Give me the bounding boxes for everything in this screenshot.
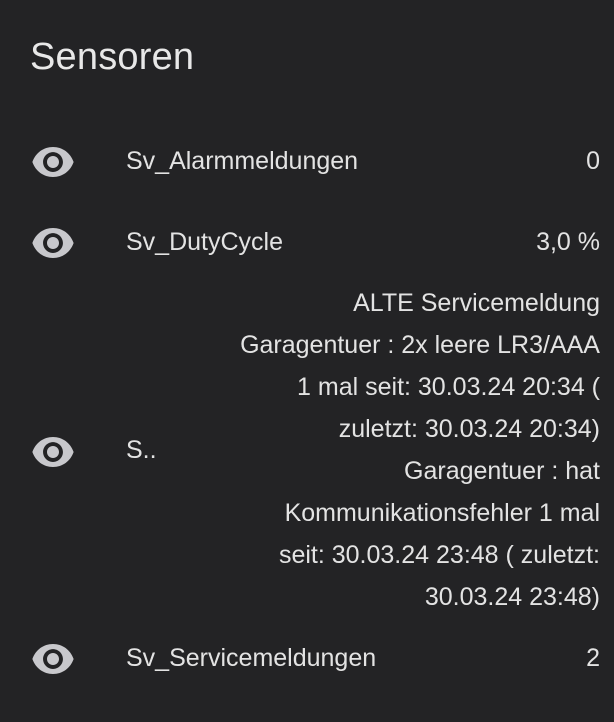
- eye-icon[interactable]: [30, 147, 76, 177]
- eye-icon[interactable]: [30, 437, 76, 467]
- value-line: 1 mal seit: 30.03.24 20:34 (: [297, 373, 600, 401]
- entity-row-alarmmeldungen[interactable]: Sv_Alarmmeldungen 0: [0, 140, 614, 184]
- value-line: seit: 30.03.24 23:48 ( zuletzt:: [278, 541, 600, 569]
- entity-row-servicemeldungen[interactable]: Sv_Servicemeldungen 2: [0, 637, 614, 681]
- value-line: Garagentuer : hat: [404, 457, 600, 485]
- value-line: 30.03.24 23:48): [424, 583, 600, 611]
- entity-row-dutycycle[interactable]: Sv_DutyCycle 3,0 %: [0, 221, 614, 265]
- entity-name[interactable]: Sv_DutyCycle: [126, 228, 283, 257]
- entity-value[interactable]: 2: [586, 644, 600, 673]
- value-line: Kommunikationsfehler 1 mal: [284, 499, 600, 527]
- entity-name[interactable]: Sv_Alarmmeldungen: [126, 147, 358, 176]
- value-line: Garagentuer : 2x leere LR3/AAA: [240, 331, 600, 359]
- entity-value[interactable]: 3,0 %: [536, 228, 600, 257]
- entity-name[interactable]: Sv_Servicemeldungen: [126, 644, 376, 673]
- entity-row-servicemeldung-text[interactable]: S.. ALTE Servicemeldung Garagentuer : 2x…: [0, 280, 614, 620]
- card-title: Sensoren: [30, 36, 195, 78]
- entity-value[interactable]: 0: [586, 147, 600, 176]
- value-line: ALTE Servicemeldung: [353, 289, 600, 317]
- value-line: zuletzt: 30.03.24 20:34): [338, 415, 600, 443]
- eye-icon[interactable]: [30, 228, 76, 258]
- entity-name[interactable]: S..: [126, 436, 157, 465]
- entity-value-multiline[interactable]: ALTE Servicemeldung Garagentuer : 2x lee…: [160, 282, 600, 618]
- eye-icon[interactable]: [30, 644, 76, 674]
- sensors-card: Sensoren Sv_Alarmmeldungen 0 Sv_DutyCycl…: [0, 0, 614, 722]
